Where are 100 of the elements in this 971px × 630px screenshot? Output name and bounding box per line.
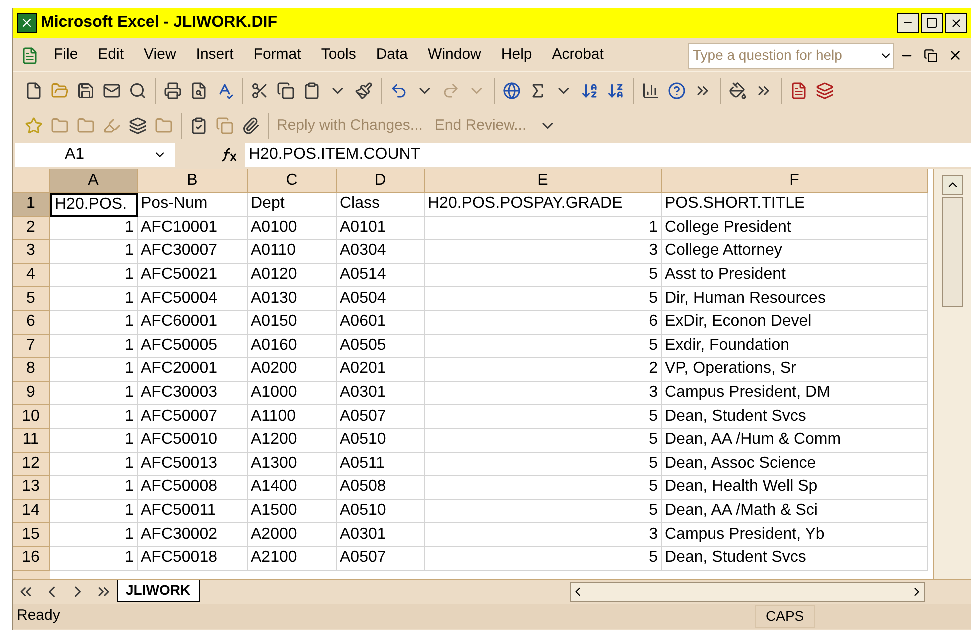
table-cell: A0201 — [337, 358, 425, 382]
table-cell: 6 — [425, 310, 662, 335]
table-cell: 1 — [50, 405, 138, 429]
table-cell: 1 — [50, 476, 138, 500]
row-header[interactable]: 3 — [13, 240, 50, 264]
column-header[interactable]: C — [248, 169, 337, 193]
table-cell: 1 — [50, 240, 138, 264]
table-cell: A0301 — [337, 382, 425, 406]
column-header[interactable]: E — [425, 169, 662, 193]
table-cell: 5 — [425, 334, 662, 358]
row-header[interactable]: 9 — [13, 382, 50, 406]
menu-item[interactable]: Acrobat — [543, 44, 613, 67]
minimize-button[interactable] — [897, 13, 919, 33]
table-cell: A0601 — [337, 310, 425, 335]
table-cell: A0160 — [248, 334, 337, 358]
close-icon[interactable] — [950, 16, 962, 30]
menu-item[interactable]: Window — [419, 44, 490, 67]
row-header[interactable]: 13 — [13, 476, 50, 500]
table-cell: AFC50004 — [138, 287, 248, 311]
table-cell: College Attorney — [662, 240, 928, 264]
table-cell: 5 — [425, 428, 662, 453]
row-header[interactable]: 7 — [13, 334, 50, 358]
row-header[interactable]: 6 — [13, 310, 50, 335]
excel-logo-icon — [17, 13, 37, 33]
row-header[interactable]: 12 — [13, 452, 50, 476]
row-header[interactable]: 1 — [13, 193, 50, 217]
table-cell: AFC20001 — [138, 358, 248, 382]
table-cell: ExDir, Econon Devel — [662, 310, 928, 335]
table-cell: Dept — [248, 193, 337, 217]
menu-item[interactable]: File — [45, 44, 88, 67]
row-header[interactable]: 16 — [13, 546, 50, 570]
table-cell: 3 — [425, 523, 662, 547]
row-header[interactable]: 5 — [13, 287, 50, 311]
close-button[interactable] — [945, 13, 967, 33]
table-cell: AFC30003 — [138, 382, 248, 406]
table-cell: A1400 — [248, 476, 337, 500]
table-cell: A0200 — [248, 358, 337, 382]
table-cell: AFC50011 — [138, 500, 248, 524]
table-cell: 1 — [50, 428, 138, 453]
table-cell: AFC50008 — [138, 476, 248, 500]
table-cell: A1300 — [248, 452, 337, 476]
table-cell: A0505 — [337, 334, 425, 358]
table-cell: 3 — [425, 240, 662, 264]
table-cell: H20.POS.POSPAY.GRADE — [425, 193, 662, 217]
name-box[interactable]: A1 — [15, 143, 175, 167]
row-header[interactable]: 2 — [13, 216, 50, 240]
sheet-tab[interactable]: JLIWORK — [117, 580, 200, 602]
scrollbar-thumb[interactable] — [942, 197, 963, 307]
table-cell: 5 — [425, 405, 662, 429]
table-cell: A0301 — [337, 523, 425, 547]
table-cell: AFC50021 — [138, 264, 248, 288]
table-cell: 5 — [425, 264, 662, 288]
menu-item[interactable]: Data — [367, 44, 418, 67]
table-cell: H20.POS. — [50, 193, 138, 217]
table-cell: A0101 — [337, 216, 425, 240]
table-cell: 1 — [50, 264, 138, 288]
help-search-field[interactable]: Type a question for help — [688, 42, 894, 68]
column-header[interactable]: B — [138, 169, 248, 193]
table-cell: A1100 — [248, 405, 337, 429]
menu-item[interactable]: View — [135, 44, 186, 67]
horizontal-scrollbar[interactable] — [570, 582, 925, 602]
column-header[interactable]: A — [50, 169, 138, 193]
menu-item[interactable]: Format — [244, 44, 310, 67]
table-cell: 5 — [425, 500, 662, 524]
formula-field[interactable]: H20.POS.ITEM.COUNT — [245, 143, 971, 167]
menu-item[interactable]: Edit — [89, 44, 134, 67]
table-cell: 1 — [50, 452, 138, 476]
row-header[interactable]: 8 — [13, 358, 50, 382]
menu-item[interactable]: Help — [492, 44, 542, 67]
menu-item[interactable]: Insert — [187, 44, 243, 67]
table-cell: AFC10001 — [138, 216, 248, 240]
table-cell: Dir, Human Resources — [662, 287, 928, 311]
table-cell: AFC50005 — [138, 334, 248, 358]
table-cell: Exdir, Foundation — [662, 334, 928, 358]
row-header[interactable]: 4 — [13, 264, 50, 288]
table-cell: 1 — [50, 523, 138, 547]
table-cell: Dean, Health Well Sp — [662, 476, 928, 500]
row-header[interactable]: 11 — [13, 428, 50, 453]
column-header[interactable]: F — [662, 169, 928, 193]
table-cell: A0514 — [337, 264, 425, 288]
table-cell: AFC50013 — [138, 452, 248, 476]
maximize-icon[interactable] — [926, 17, 938, 29]
table-cell: A0510 — [337, 500, 425, 524]
table-cell: Campus President, DM — [662, 382, 928, 406]
column-header[interactable]: D — [337, 169, 425, 193]
table-cell: 1 — [50, 216, 138, 240]
table-cell: 1 — [50, 310, 138, 335]
row-header[interactable]: 15 — [13, 523, 50, 547]
maximize-button[interactable] — [921, 13, 943, 33]
table-cell: A0100 — [248, 216, 337, 240]
row-header[interactable]: 14 — [13, 500, 50, 524]
menu-item[interactable]: Tools — [312, 44, 366, 67]
status-indicator: CAPS — [755, 605, 816, 628]
table-cell: Pos-Num — [138, 193, 248, 217]
scroll-up-button[interactable] — [942, 175, 963, 195]
row-header[interactable]: 10 — [13, 405, 50, 429]
table-cell: 5 — [425, 287, 662, 311]
table-cell: AFC30007 — [138, 240, 248, 264]
table-cell: Dean, AA /Hum & Comm — [662, 428, 928, 453]
table-cell: 5 — [425, 476, 662, 500]
